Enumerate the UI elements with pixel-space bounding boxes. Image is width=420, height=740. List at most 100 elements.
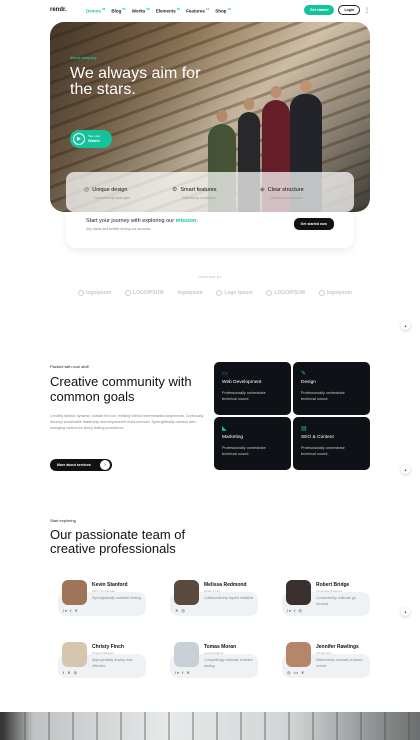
menu-item-blog[interactable]: Blog05 (111, 7, 125, 14)
monitor-icon: ▭ (222, 371, 228, 377)
service-title: Marketing (222, 435, 244, 440)
member-photo (62, 580, 87, 605)
social-icons[interactable]: ◎ in ✕ (287, 670, 305, 675)
social-icons[interactable]: in f ✕ (63, 608, 79, 613)
journey-card: Start your journey with exploring our mi… (66, 212, 354, 248)
login-button[interactable]: Login (338, 5, 360, 15)
service-title: Design (301, 380, 316, 385)
feature-subtitle: Conveniently synergize (94, 196, 131, 200)
scroll-up-icon[interactable]: ▴ (401, 465, 410, 474)
main-menu: Demos26 Blog05 Works08 Elements22 Featur… (86, 7, 304, 14)
watch-big-label: Watch (88, 138, 100, 143)
section-title: Creative community with common goals (50, 374, 192, 404)
member-role: Head of HR (204, 589, 220, 593)
member-description: Conveniently cultivate go forward (316, 596, 356, 606)
service-card-seo-content[interactable]: ▤ SEO & Content Professionally orchestra… (293, 417, 370, 470)
member-description: Collaboratively exploit installed (204, 596, 254, 600)
client-logo-text: LOGOIPSUM (133, 290, 164, 296)
team-member-card: Kevin Stanford CEO, Co-founder Synergist… (54, 576, 146, 632)
feature-item: ◈ Clear structure Creatively productize (260, 186, 342, 212)
menu-item-features[interactable]: Features12 (186, 7, 209, 14)
member-name: Tomas Moran (204, 644, 237, 650)
client-logo: Logo Ipsum (216, 290, 253, 296)
watch-video-button[interactable]: ▶ Take a tour Watch (70, 130, 112, 148)
feature-item: ◎ Unique design Conveniently synergize (84, 186, 166, 212)
site-logo[interactable]: rendr. (50, 7, 86, 13)
member-name: Christy Finch (92, 644, 124, 650)
menu-item-demos[interactable]: Demos26 (86, 7, 105, 14)
member-role: VP Security (316, 651, 332, 655)
member-description: Compellingly cultivate enabled testing (204, 658, 253, 668)
section-title: Our passionate team of creative professi… (50, 527, 186, 556)
client-logo: logoipsum (177, 290, 202, 296)
client-logo-text: logoipsum (177, 290, 203, 296)
member-photo (62, 642, 87, 667)
hero-title: We always aim for the stars. (70, 65, 201, 98)
service-card-marketing[interactable]: ◣ Marketing Professionally orchestrate t… (214, 417, 291, 470)
get-started-button[interactable]: Get started (303, 5, 335, 15)
member-description: Distinctively unleash process-centric (316, 658, 364, 668)
service-description: Professionally orchestrate technical sou… (301, 446, 345, 456)
client-logo: LOGOIPSUM (125, 290, 164, 296)
menu-badge: 12 (205, 6, 210, 11)
section-description: Credibly fashion dynamic 'outside the bo… (50, 414, 204, 430)
more-about-services-button[interactable]: More about services › (50, 459, 112, 471)
feature-subtitle: Objectively conditions (182, 196, 216, 200)
team-member-card: Christy Finch Project Manager Appropriat… (54, 638, 146, 694)
menu-label: Works (131, 8, 146, 14)
team-member-card: Tomas Moran Lead Designer Compellingly c… (166, 638, 258, 694)
service-card-web-development[interactable]: ▭ Web Development Professionally orchest… (214, 362, 291, 415)
member-role: CEO, Co-founder (92, 589, 116, 593)
hero-tag: About company (70, 56, 97, 60)
social-icons[interactable]: in f ◎ (287, 608, 303, 613)
menu-badge: 10 (227, 6, 231, 11)
member-name: Jennifer Rawlings (316, 644, 359, 650)
member-name: Kevin Stanford (92, 582, 128, 588)
feature-title: ◈ Clear structure (260, 186, 342, 194)
menu-label: Elements (155, 8, 176, 14)
client-logo-text: LOGOIPSUM (274, 290, 305, 296)
menu-item-shop[interactable]: Shop10 (215, 7, 231, 14)
service-description: Professionally orchestrate technical sou… (301, 391, 345, 401)
member-role: Lead Designer (204, 651, 224, 655)
section-label: Start exploring (50, 518, 76, 523)
megaphone-icon: ◣ (222, 426, 227, 432)
service-title: Web Development (222, 380, 262, 385)
menu-label: Blog (111, 8, 122, 14)
button-label: More about services (57, 463, 91, 467)
social-icons[interactable]: in f ✕ (175, 670, 191, 675)
member-name: Robert Bridge (316, 582, 350, 588)
member-name: Melissa Redmond (204, 582, 247, 588)
menu-item-elements[interactable]: Elements22 (156, 7, 180, 14)
feature-item: ⚙ Smart features Objectively conditions (172, 186, 254, 212)
menu-item-works[interactable]: Works08 (132, 7, 150, 14)
social-icons[interactable]: f ✕ ◎ (63, 670, 78, 675)
member-description: Synergistically scalable testing (92, 596, 141, 600)
trusted-by-label: TRUSTED BY (197, 275, 222, 279)
menu-label: Features (186, 8, 205, 14)
service-title: SEO & Content (301, 435, 334, 440)
journey-mission-link[interactable]: mission. (176, 218, 198, 224)
feature-title-text: Clear structure (267, 186, 304, 193)
scroll-up-icon[interactable]: ▴ (401, 321, 410, 330)
chart-icon: ▤ (301, 426, 307, 432)
watch-label: Take a tour Watch (88, 135, 100, 143)
more-menu-icon[interactable]: ⋮ (364, 7, 370, 14)
journey-title: Start your journey with exploring our mi… (86, 218, 198, 224)
menu-badge: 22 (176, 6, 181, 11)
top-navigation: rendr. Demos26 Blog05 Works08 Elements22… (0, 0, 420, 20)
client-logos: logoipsum LOGOIPSUM logoipsum Logo Ipsum… (78, 290, 352, 296)
service-card-design[interactable]: ✎ Design Professionally orchestrate tech… (293, 362, 370, 415)
member-role: Corporate Relations (316, 589, 343, 593)
client-logo: logoipsum (78, 290, 111, 296)
member-photo (174, 580, 199, 605)
member-description: Appropriately deploy cost effective (92, 658, 133, 668)
menu-label: Shop (215, 8, 227, 14)
feature-title-text: Smart features (180, 186, 217, 193)
member-role: Project Manager (92, 651, 115, 655)
client-logo: logoipsum (318, 290, 352, 296)
client-logo: LOGOIPSUM (266, 290, 305, 296)
scroll-up-icon[interactable]: ▴ (401, 607, 410, 616)
get-started-now-button[interactable]: Get started now (293, 218, 334, 230)
social-icons[interactable]: ✕ ◎ (175, 608, 186, 613)
